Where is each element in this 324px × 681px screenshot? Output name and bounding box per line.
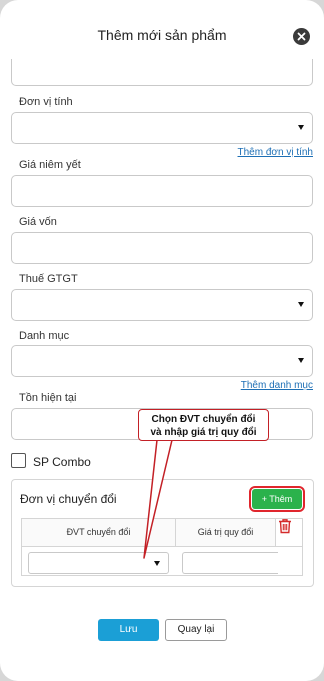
- callout-line-2: và nhập giá trị quy đổi: [150, 427, 257, 438]
- callout-pointer: [143, 439, 173, 559]
- annotation-callout: Chọn ĐVT chuyển đổi và nhập giá trị quy …: [138, 409, 269, 441]
- callout-line-1: Chọn ĐVT chuyển đổi: [151, 414, 256, 425]
- add-product-modal: Thêm mới sản phẩm Đơn vị tính Thêm đơn v…: [0, 0, 324, 681]
